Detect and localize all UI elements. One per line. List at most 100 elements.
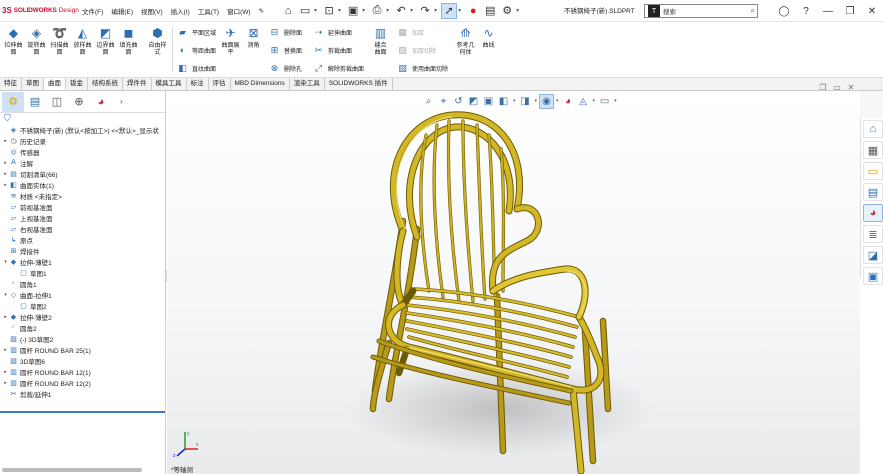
tree-node[interactable]: ▧ (-) 3D草图2	[0, 333, 165, 344]
redo-dropdown-icon[interactable]: ▾	[434, 7, 437, 14]
chair-model[interactable]	[167, 91, 860, 474]
expand-toggle-icon[interactable]: ▸	[2, 369, 9, 375]
help-icon[interactable]: ?	[795, 6, 817, 17]
menu-tools[interactable]: 工具(T)	[198, 6, 219, 16]
curves-button[interactable]: ∿ 曲线	[478, 25, 499, 50]
solidworks-resources-icon[interactable]: ⌂	[863, 120, 883, 138]
tree-node[interactable]: ◜ 圆角1	[0, 278, 165, 289]
expand-toggle-icon[interactable]: ▸	[2, 380, 9, 386]
options-gear-icon[interactable]: ⚙	[499, 3, 515, 19]
property-manager-tab-icon[interactable]: ▤	[24, 92, 46, 112]
tree-node[interactable]: ▱ 前视基准面	[0, 201, 165, 212]
appearances-scenes-icon[interactable]: ◕	[863, 204, 883, 222]
reference-geometry-button[interactable]: ⟰ 参考几 何体	[455, 25, 476, 57]
extend-surface-button[interactable]: ⇢ 延伸曲面	[312, 25, 352, 39]
swept-surface-button[interactable]: ➰ 扫描曲面	[49, 25, 70, 57]
lofted-surface-button[interactable]: ◭ 放样曲面	[72, 25, 93, 57]
new-document-icon[interactable]: ▭	[297, 3, 313, 19]
custom-properties-icon[interactable]: ≣	[863, 225, 883, 243]
extruded-surface-button[interactable]: ◆ 拉伸曲面	[3, 25, 24, 57]
pin-icon[interactable]: ✎	[259, 7, 264, 15]
graphics-area[interactable]: ⌕ ⌖ ↺ ◩ ▣ ◧ ▾ ◨ ▾ ◉ ▾ ◕ ◬ ▾ ▭ ▾ ❐ ▭ ✕ y …	[167, 83, 860, 474]
filter-icon[interactable]: ⛉	[0, 113, 165, 124]
search-scope-icon[interactable]: T	[648, 5, 660, 17]
panel-more-icon[interactable]: ›	[120, 97, 123, 106]
tree-node[interactable]: ▸ ▥ 圆杆 ROUND BAR 12(2)	[0, 377, 165, 388]
open-folder-icon[interactable]: ⊡	[321, 3, 337, 19]
expand-toggle-icon[interactable]: ▸	[2, 138, 9, 144]
tree-node[interactable]: ◎ 传感器	[0, 146, 165, 157]
filled-surface-button[interactable]: ◼ 填充曲面	[118, 25, 139, 57]
tree-node[interactable]: ▸ ▥ 圆杆 ROUND BAR 12(1)	[0, 366, 165, 377]
tab-sketch[interactable]: 草图	[22, 78, 44, 90]
delete-hole-button[interactable]: ⊗ 删除孔	[268, 61, 302, 75]
expand-toggle-icon[interactable]: ▸	[2, 347, 9, 353]
expand-toggle-icon[interactable]: ▸	[2, 182, 9, 188]
thickened-cut-button[interactable]: ▧ 加厚切除	[396, 43, 436, 57]
tree-node[interactable]: ▸ ◆ 拉伸-薄壁2	[0, 311, 165, 322]
revolved-surface-button[interactable]: ◈ 旋转曲面	[26, 25, 47, 57]
search-icon[interactable]: ⌕	[751, 6, 755, 16]
restore-icon[interactable]: ❐	[839, 6, 861, 17]
display-manager-tab-icon[interactable]: ◕	[90, 92, 112, 112]
delete-face-button[interactable]: ⊟ 删除面	[268, 25, 302, 39]
trim-surface-button[interactable]: ✂ 剪裁曲面	[312, 43, 352, 57]
tree-node[interactable]: ◈ 不锈钢椅子(新) (默认<按加工>) <<默认>_显示状	[0, 124, 165, 135]
tree-node[interactable]: ▸ ◷ 历史记录	[0, 135, 165, 146]
planar-surface-button[interactable]: ▰ 平面区域	[176, 25, 216, 39]
boundary-surface-button[interactable]: ◩ 边界曲面	[95, 25, 116, 57]
tab-mbd-dimensions[interactable]: MBD Dimensions	[231, 78, 290, 90]
tree-node[interactable]: ▸ ◧ 曲面实体(1)	[0, 179, 165, 190]
view-palette-icon[interactable]: ▤	[863, 183, 883, 201]
tree-node[interactable]: ↳ 原点	[0, 234, 165, 245]
expand-toggle-icon[interactable]: ▸	[2, 160, 9, 166]
cut-with-surface-button[interactable]: ▨ 使用曲面切除	[396, 61, 448, 75]
tree-node[interactable]: ▾ ◇ 曲面-拉伸1	[0, 289, 165, 300]
menu-edit[interactable]: 编辑(E)	[111, 6, 133, 16]
redo-icon[interactable]: ↷	[417, 3, 433, 19]
home-icon[interactable]: ⌂	[280, 3, 296, 19]
tab-surfaces[interactable]: 曲面	[44, 78, 66, 90]
untrim-surface-button[interactable]: ⤢ 解除剪裁曲面	[312, 61, 364, 75]
horizontal-scrollbar[interactable]	[2, 468, 142, 472]
select-cursor-icon[interactable]: ➚	[441, 2, 458, 19]
tree-node[interactable]: ▢ 草图2	[0, 300, 165, 311]
close-icon[interactable]: ✕	[861, 6, 883, 17]
traffic-light-icon[interactable]: ●	[465, 3, 481, 19]
new-dropdown-icon[interactable]: ▾	[314, 7, 317, 14]
tree-node[interactable]: ▸ A 注解	[0, 157, 165, 168]
tree-node[interactable]: ▧ 3D草图6	[0, 355, 165, 366]
delete-face-big-button[interactable]: ⊠ 测角	[243, 25, 264, 50]
tab-weldments[interactable]: 焊件件	[123, 78, 152, 90]
select-dropdown-icon[interactable]: ▾	[458, 7, 461, 14]
print-dropdown-icon[interactable]: ▾	[386, 7, 389, 14]
tree-node[interactable]: ⊞ 焊接件	[0, 245, 165, 256]
user-icon[interactable]: ◯	[773, 6, 795, 17]
expand-toggle-icon[interactable]: ▾	[2, 259, 9, 265]
tab-solidworks-addins[interactable]: SOLIDWORKS 插件	[325, 78, 393, 90]
ruled-surface-button[interactable]: ◧ 直纹曲面	[176, 61, 216, 75]
menu-file[interactable]: 文件(F)	[82, 6, 103, 16]
undo-icon[interactable]: ↶	[393, 3, 409, 19]
rollback-bar[interactable]	[0, 411, 165, 413]
menu-window[interactable]: 窗口(W)	[227, 6, 250, 16]
print-icon[interactable]: ⎙	[369, 3, 385, 19]
minimize-icon[interactable]: —	[817, 6, 839, 17]
tree-node[interactable]: ▾ ◆ 拉伸-薄壁1	[0, 256, 165, 267]
design-library-icon[interactable]: ▦	[863, 141, 883, 159]
options-dropdown-icon[interactable]: ▾	[516, 7, 519, 14]
search-box[interactable]: T 搜索 ⌕	[644, 4, 758, 18]
tab-sheet-metal[interactable]: 钣金	[66, 78, 88, 90]
tab-features[interactable]: 特征	[0, 78, 22, 90]
solidworks-3dexperience-icon[interactable]: ▣	[863, 267, 883, 285]
menu-insert[interactable]: 插入(I)	[171, 6, 190, 16]
tab-mold-tools[interactable]: 模具工具	[152, 78, 187, 90]
tree-node[interactable]: ▱ 右视基准面	[0, 223, 165, 234]
file-explorer-icon[interactable]: ▭	[863, 162, 883, 180]
tab-structure-system[interactable]: 结构系统	[88, 78, 123, 90]
forum-icon[interactable]: ◪	[863, 246, 883, 264]
file-properties-icon[interactable]: ▤	[482, 3, 498, 19]
tree-node[interactable]: ✂ 剪裁/延伸1	[0, 388, 165, 399]
configuration-manager-tab-icon[interactable]: ◫	[46, 92, 68, 112]
expand-toggle-icon[interactable]: ▸	[2, 314, 9, 320]
